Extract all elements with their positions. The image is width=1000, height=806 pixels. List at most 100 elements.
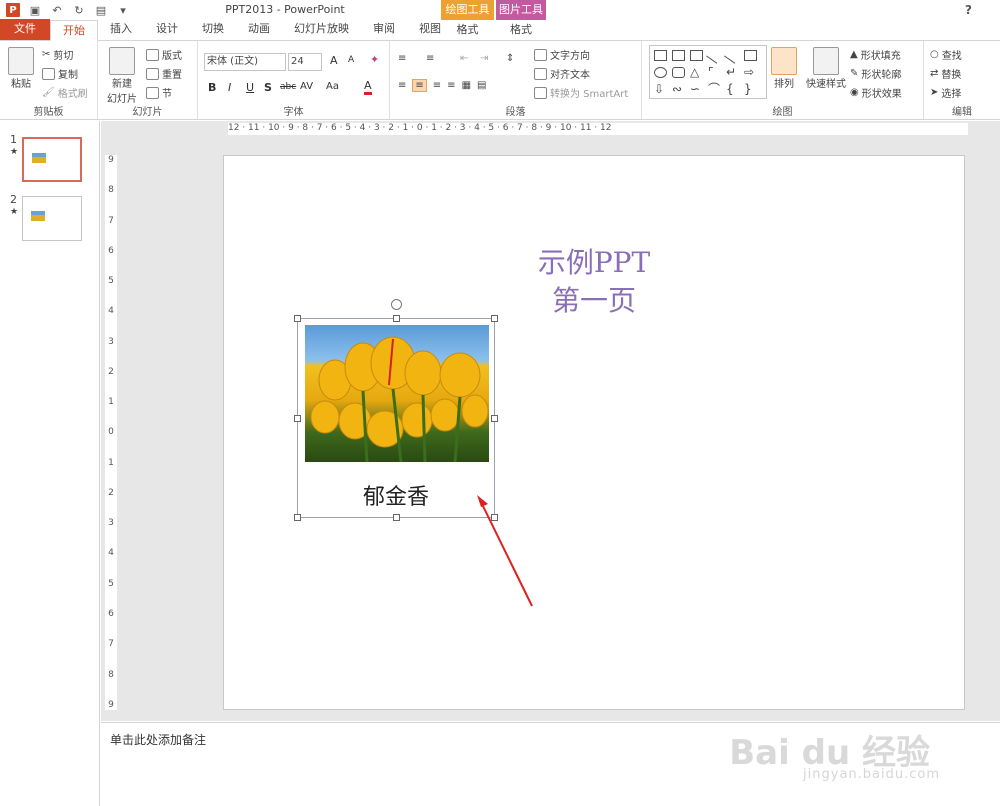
tab-transitions[interactable]: 切换 bbox=[190, 19, 236, 40]
picture-caption[interactable]: 郁金香 bbox=[298, 479, 494, 511]
grow-font-button[interactable]: A bbox=[330, 54, 338, 67]
format-painter-label: 格式刷 bbox=[57, 89, 88, 100]
textbox-shape-icon[interactable] bbox=[654, 50, 667, 61]
clear-format-icon[interactable]: ✦ bbox=[370, 53, 379, 66]
font-color-button[interactable]: A bbox=[364, 79, 372, 95]
rounded-rect-shape-icon[interactable] bbox=[672, 67, 685, 78]
brace-shape-icon[interactable]: { bbox=[726, 83, 739, 95]
section-button[interactable]: 节 bbox=[146, 85, 172, 100]
freeform-shape-icon[interactable]: ∾ bbox=[672, 83, 685, 95]
drawing-group: △ ⌜ ↵ ⇨ ⇩ ∾ ∽ ⌒ { } 排列 快速样式 ▲ 形状填充 ✎ 形状轮廓 … bbox=[642, 41, 924, 119]
shapes-gallery[interactable]: △ ⌜ ↵ ⇨ ⇩ ∾ ∽ ⌒ { } bbox=[649, 45, 767, 99]
distributed-icon[interactable]: ▦ bbox=[462, 80, 471, 91]
help-button[interactable]: ? bbox=[965, 3, 972, 17]
font-size-select[interactable]: 24 bbox=[288, 53, 322, 71]
tulip-picture[interactable] bbox=[305, 325, 489, 462]
new-slide-button[interactable]: 新建 幻灯片 bbox=[104, 47, 140, 105]
tab-animations[interactable]: 动画 bbox=[236, 19, 282, 40]
elbow-connector-shape-icon[interactable]: ⌜ bbox=[708, 66, 721, 78]
vertical-ruler-tick: 8 bbox=[108, 669, 114, 680]
resize-handle-s[interactable] bbox=[393, 514, 400, 521]
slide-thumbnail-1[interactable] bbox=[22, 137, 82, 182]
cut-button[interactable]: ✂ 剪切 bbox=[42, 47, 73, 62]
resize-handle-e[interactable] bbox=[491, 415, 498, 422]
format-painter-button[interactable]: 🖌 格式刷 bbox=[42, 85, 88, 100]
slide-title[interactable]: 示例PPT 第一页 bbox=[534, 244, 654, 320]
change-case-button[interactable]: Aa bbox=[326, 81, 339, 92]
notes-placeholder[interactable]: 单击此处添加备注 bbox=[110, 731, 206, 748]
numbering-button[interactable]: ≡ bbox=[426, 53, 434, 64]
resize-handle-nw[interactable] bbox=[294, 315, 301, 322]
scissors-icon: ✂ bbox=[42, 49, 51, 60]
shape-fill-button[interactable]: ▲ 形状填充 bbox=[850, 47, 901, 62]
tab-view[interactable]: 视图 bbox=[407, 19, 453, 40]
tab-insert[interactable]: 插入 bbox=[98, 19, 144, 40]
paste-button[interactable]: 粘贴 bbox=[8, 47, 34, 90]
rectangle-shape-icon[interactable] bbox=[744, 50, 757, 61]
shadow-button[interactable]: S bbox=[264, 81, 272, 94]
clipboard-group-label: 剪贴板 bbox=[33, 107, 64, 118]
right-arrow-shape-icon[interactable]: ⇨ bbox=[744, 66, 757, 78]
replace-button[interactable]: ⇄ 替换 bbox=[930, 66, 961, 81]
bullets-button[interactable]: ≡ bbox=[398, 53, 406, 64]
slides-group-label: 幻灯片 bbox=[132, 107, 163, 118]
shrink-font-button[interactable]: A bbox=[348, 55, 354, 65]
tab-review[interactable]: 审阅 bbox=[361, 19, 407, 40]
arrange-button[interactable]: 排列 bbox=[770, 47, 798, 90]
elbow-arrow-shape-icon[interactable]: ↵ bbox=[726, 66, 739, 78]
copy-button[interactable]: 复制 bbox=[42, 66, 78, 81]
slide-thumbnail-2[interactable] bbox=[22, 196, 82, 241]
triangle-shape-icon[interactable]: △ bbox=[690, 66, 703, 78]
align-center-icon[interactable]: ≡ bbox=[412, 79, 427, 92]
font-group: 宋体 (正文) 24 A A ✦ B I U S abc AV Aa A 字体 bbox=[198, 41, 390, 119]
arc-shape-icon[interactable]: ⌒ bbox=[708, 83, 721, 95]
slide-canvas[interactable]: 示例PPT 第一页 郁金香 bbox=[223, 155, 965, 710]
tab-home[interactable]: 开始 bbox=[50, 20, 98, 41]
decrease-indent-button[interactable]: ⇤ bbox=[460, 53, 468, 64]
arrow-line-shape-icon[interactable] bbox=[724, 47, 741, 64]
notes-pane[interactable]: 单击此处添加备注 Bai du 经验 jingyan.baidu.com bbox=[101, 722, 1000, 806]
quick-styles-button[interactable]: 快速样式 bbox=[804, 47, 848, 90]
picture-shape-icon[interactable] bbox=[690, 50, 703, 61]
char-spacing-button[interactable]: AV bbox=[300, 81, 313, 92]
italic-button[interactable]: I bbox=[228, 81, 231, 94]
resize-handle-ne[interactable] bbox=[491, 315, 498, 322]
rotate-handle-icon[interactable] bbox=[391, 299, 402, 310]
brace-right-shape-icon[interactable]: } bbox=[744, 83, 757, 95]
convert-smartart-button[interactable]: 转换为 SmartArt bbox=[534, 85, 628, 100]
oval-shape-icon[interactable] bbox=[654, 67, 667, 78]
editing-group-label: 编辑 bbox=[952, 107, 972, 118]
increase-indent-button[interactable]: ⇥ bbox=[480, 53, 488, 64]
align-left-icon[interactable]: ≡ bbox=[398, 80, 406, 91]
tab-file[interactable]: 文件 bbox=[0, 19, 50, 40]
underline-button[interactable]: U bbox=[246, 81, 254, 94]
resize-handle-n[interactable] bbox=[393, 315, 400, 322]
text-direction-button[interactable]: 文字方向 bbox=[534, 47, 590, 62]
select-button[interactable]: ➤ 选择 bbox=[930, 85, 961, 100]
strikethrough-button[interactable]: abc bbox=[280, 82, 296, 92]
bold-button[interactable]: B bbox=[208, 81, 216, 94]
shape-effects-button[interactable]: ◉ 形状效果 bbox=[850, 85, 902, 100]
tab-design[interactable]: 设计 bbox=[144, 19, 190, 40]
resize-handle-sw[interactable] bbox=[294, 514, 301, 521]
curve-shape-icon[interactable]: ∽ bbox=[690, 83, 703, 95]
slide-thumbnail-pane: 1 ★ 2 ★ bbox=[0, 121, 100, 806]
line-shape-icon[interactable] bbox=[706, 47, 723, 64]
tab-slideshow[interactable]: 幻灯片放映 bbox=[282, 19, 361, 40]
align-right-icon[interactable]: ≡ bbox=[433, 80, 441, 91]
arrange-label: 排列 bbox=[774, 79, 794, 90]
selected-picture-group[interactable]: 郁金香 bbox=[294, 299, 498, 521]
resize-handle-w[interactable] bbox=[294, 415, 301, 422]
down-arrow-shape-icon[interactable]: ⇩ bbox=[654, 83, 667, 95]
justify-icon[interactable]: ≡ bbox=[447, 80, 455, 91]
reset-button[interactable]: 重置 bbox=[146, 66, 182, 81]
align-text-button[interactable]: 对齐文本 bbox=[534, 66, 590, 81]
layout-button[interactable]: 版式 bbox=[146, 47, 182, 62]
vertical-textbox-shape-icon[interactable] bbox=[672, 50, 685, 61]
shape-outline-button[interactable]: ✎ 形状轮廓 bbox=[850, 66, 901, 81]
font-name-select[interactable]: 宋体 (正文) bbox=[204, 53, 286, 71]
find-button[interactable]: ○ 查找 bbox=[930, 47, 962, 62]
line-spacing-button[interactable]: ⇕ bbox=[506, 53, 514, 64]
vertical-ruler-ticks: 9 8 7 6 5 4 3 2 1 0 1 2 3 4 5 6 7 8 9 bbox=[105, 155, 117, 710]
columns-icon[interactable]: ▤ bbox=[477, 80, 486, 91]
